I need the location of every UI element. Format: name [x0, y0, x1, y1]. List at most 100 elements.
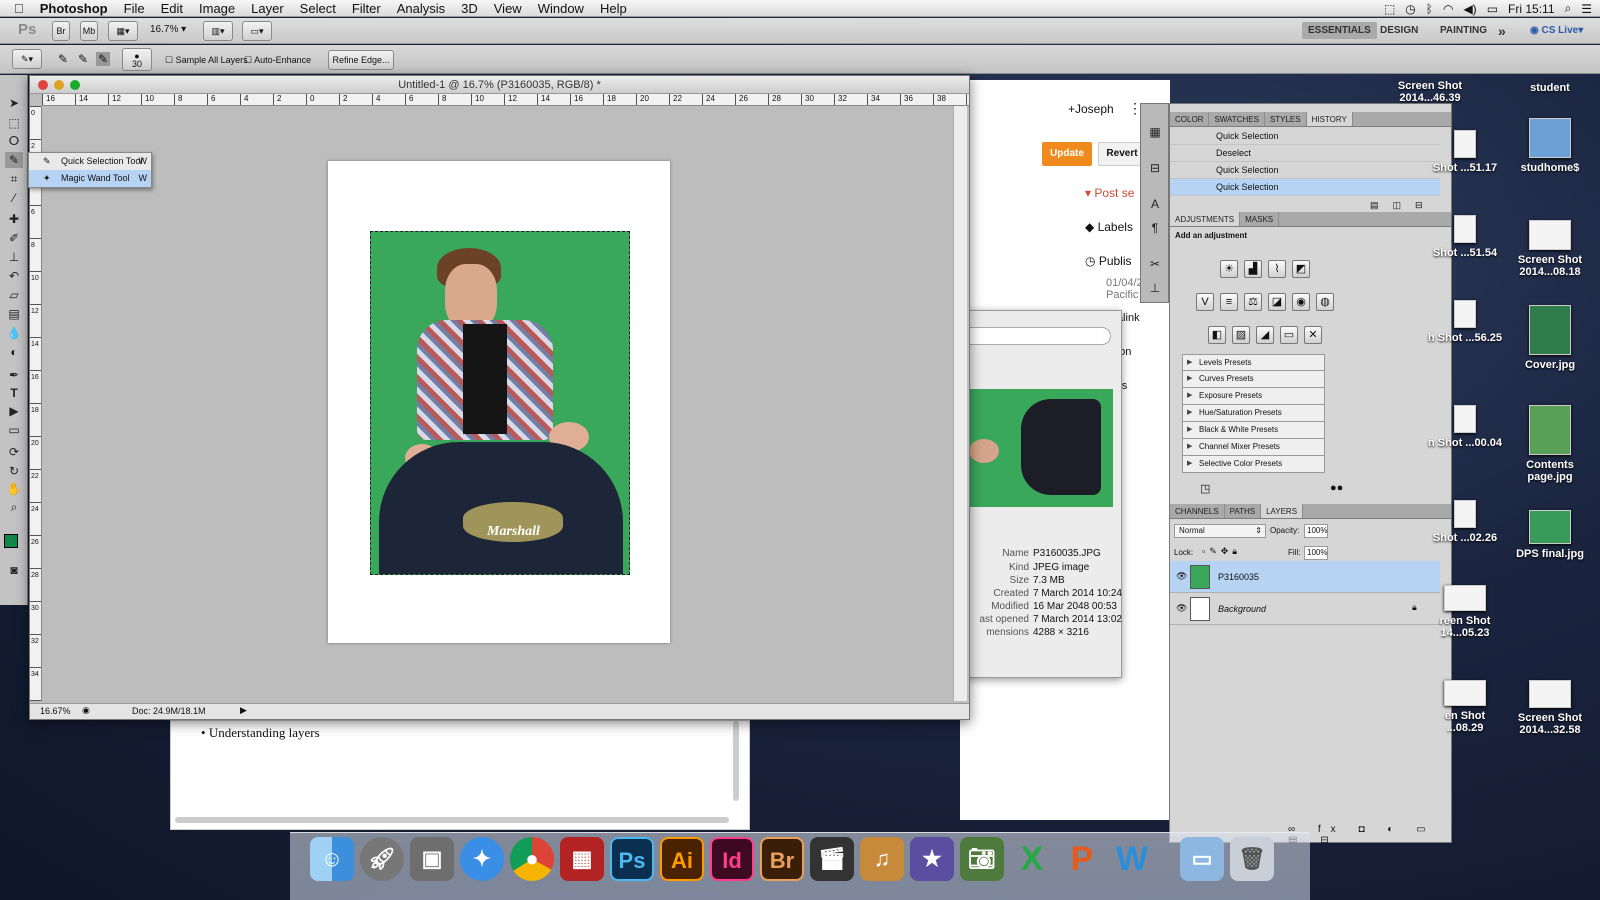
dock-word-icon[interactable]: W: [1110, 837, 1154, 881]
dock-finder-icon[interactable]: ☺: [310, 837, 354, 881]
desktop-icon[interactable]: h Shot ...56.25: [1425, 300, 1505, 344]
desktop-icon-student[interactable]: student: [1510, 82, 1590, 94]
history-item[interactable]: Quick Selection: [1170, 162, 1440, 179]
battery-icon[interactable]: ▭: [1487, 2, 1498, 16]
desktop-icon[interactable]: reen Shot 14...05.23: [1425, 585, 1505, 639]
dock-bridge-icon[interactable]: Br: [760, 837, 804, 881]
revert-button[interactable]: Revert: [1098, 142, 1146, 166]
flyout-quick-selection[interactable]: ✎ Quick Selection Tool W: [29, 153, 151, 170]
preset-exposure[interactable]: Exposure Presets: [1182, 388, 1325, 405]
lock-icons[interactable]: ▫✎✥🔒︎: [1202, 546, 1241, 557]
desktop-icon[interactable]: n Shot ...00.04: [1425, 405, 1505, 449]
threshold-icon[interactable]: ◢: [1256, 326, 1274, 344]
menu-analysis[interactable]: Analysis: [389, 1, 453, 16]
workspace-essentials[interactable]: ESSENTIALS: [1302, 22, 1377, 39]
menu-window[interactable]: Window: [530, 1, 592, 16]
layer-name[interactable]: P3160035: [1218, 572, 1259, 582]
history-item-current[interactable]: Quick Selection: [1170, 179, 1440, 196]
user-name[interactable]: +Joseph: [1068, 102, 1114, 116]
new-selection-icon[interactable]: ✎: [58, 52, 68, 66]
selective-color-icon[interactable]: ✕: [1304, 326, 1322, 344]
paragraph-icon[interactable]: ¶: [1146, 220, 1164, 236]
app-menu[interactable]: Photoshop: [32, 1, 116, 16]
menu-select[interactable]: Select: [292, 1, 344, 16]
dock-indesign-icon[interactable]: Id: [710, 837, 754, 881]
layers-footer-icons[interactable]: ∞ fx ◘ ◐ ▭ ▤ ⊟: [1288, 824, 1451, 846]
eyedropper-tool-icon[interactable]: ⁄: [5, 190, 23, 206]
layer-row-selected[interactable]: 👁︎ P3160035: [1170, 561, 1440, 593]
brush-picker[interactable]: ● 30: [122, 48, 152, 71]
screen-mode-button[interactable]: ▭▾: [242, 21, 272, 41]
marquee-tool-icon[interactable]: ⬚: [5, 115, 23, 131]
apple-menu-icon[interactable]: : [0, 1, 32, 16]
search-field[interactable]: [951, 327, 1111, 345]
eraser-tool-icon[interactable]: ▱: [5, 287, 23, 303]
navigator-icon[interactable]: ⊟: [1146, 160, 1164, 176]
document-canvas[interactable]: Marshall: [328, 161, 670, 643]
opacity-field[interactable]: 100%: [1304, 524, 1328, 538]
lasso-tool-icon[interactable]: ⵔ: [5, 133, 23, 149]
desktop-icon-cover[interactable]: Cover.jpg: [1510, 305, 1590, 371]
dock-documents-folder-icon[interactable]: ▭: [1180, 837, 1224, 881]
3d-rotate-tool-icon[interactable]: ⟳: [5, 444, 23, 460]
subtract-from-selection-icon[interactable]: ✎: [96, 52, 111, 66]
dropbox-icon[interactable]: ⬚: [1384, 2, 1395, 16]
gradient-map-icon[interactable]: ▭: [1280, 326, 1298, 344]
gradient-tool-icon[interactable]: ▤: [5, 306, 23, 322]
dock-finalcut-icon[interactable]: 🎬︎: [810, 837, 854, 881]
zoom-field[interactable]: 16.67%: [40, 706, 71, 716]
channel-mixer-icon[interactable]: ◍: [1316, 293, 1334, 311]
tab-paths[interactable]: PATHS: [1225, 504, 1262, 518]
desktop-icon-contents[interactable]: Contents page.jpg: [1510, 405, 1590, 483]
dock-imovie-icon[interactable]: ★: [910, 837, 954, 881]
3d-orbit-tool-icon[interactable]: ↻: [5, 463, 23, 479]
preset-hue-saturation[interactable]: Hue/Saturation Presets: [1182, 405, 1325, 422]
dock-photoshop-icon[interactable]: Ps: [610, 837, 654, 881]
update-button[interactable]: Update: [1042, 142, 1092, 166]
quick-selection-tool-icon[interactable]: ✎: [5, 152, 23, 168]
menu-help[interactable]: Help: [592, 1, 635, 16]
curves-icon[interactable]: ⌇: [1268, 260, 1286, 278]
dock-photobooth-icon[interactable]: ▦: [560, 837, 604, 881]
tab-color[interactable]: COLOR: [1170, 112, 1210, 126]
dock-trash-icon[interactable]: 🗑︎: [1230, 837, 1274, 881]
horizontal-ruler[interactable]: 16 14 12 10 8 6 4 2 0 2 4 6 8 10 12 14 16 18 20 22 24 26 28 30 3…: [42, 94, 969, 106]
exposure-icon[interactable]: ◩: [1292, 260, 1310, 278]
clip-to-layer-icon[interactable]: ◳: [1200, 482, 1210, 495]
preset-black-white[interactable]: Black & White Presets: [1182, 422, 1325, 439]
more-workspaces-icon[interactable]: »: [1492, 22, 1512, 39]
zoom-tool-icon[interactable]: ⌕: [5, 499, 23, 515]
type-tool-icon[interactable]: T: [5, 385, 23, 401]
auto-enhance-checkbox[interactable]: ☐ Auto-Enhance: [244, 55, 311, 66]
menu-layer[interactable]: Layer: [243, 1, 292, 16]
preset-selective-color[interactable]: Selective Color Presets: [1182, 456, 1325, 473]
color-balance-icon[interactable]: ⚖: [1244, 293, 1262, 311]
menu-view[interactable]: View: [486, 1, 530, 16]
vertical-ruler[interactable]: 0246810121416182022242628303234: [30, 106, 42, 701]
dock-preview-icon[interactable]: ▣: [410, 837, 454, 881]
history-footer-icons[interactable]: ▤◫⊟: [1370, 200, 1437, 211]
brush-tool-icon[interactable]: ✐: [5, 230, 23, 246]
green-screen-photo[interactable]: Marshall: [370, 231, 630, 575]
dock-iphoto-icon[interactable]: 📷︎: [960, 837, 1004, 881]
flyout-magic-wand[interactable]: ✦ Magic Wand Tool W: [29, 170, 151, 187]
layer-row[interactable]: 👁︎ Background 🔒︎: [1170, 593, 1440, 625]
fill-field[interactable]: 100%: [1304, 546, 1328, 560]
desktop-icon[interactable]: Screen Shot 2014...32.58: [1510, 680, 1590, 736]
brightness-contrast-icon[interactable]: ☀: [1220, 260, 1238, 278]
adjustment-options-icon[interactable]: ●●: [1330, 482, 1343, 494]
dock-excel-icon[interactable]: X: [1010, 837, 1054, 881]
path-selection-tool-icon[interactable]: ▶: [5, 403, 23, 419]
view-extras-button[interactable]: ▦▾: [108, 21, 138, 41]
spotlight-icon[interactable]: ⌕: [1565, 1, 1572, 16]
arrange-documents-button[interactable]: ▥▾: [203, 21, 233, 41]
notification-icon[interactable]: ☰: [1581, 2, 1592, 16]
blend-mode-select[interactable]: Normal ⇕: [1174, 524, 1266, 538]
mini-bridge-button[interactable]: Mb: [80, 21, 98, 41]
status-menu-arrow-icon[interactable]: ▶: [240, 705, 247, 716]
black-white-icon[interactable]: ◪: [1268, 293, 1286, 311]
menu-image[interactable]: Image: [191, 1, 243, 16]
invert-icon[interactable]: ◧: [1208, 326, 1226, 344]
history-brush-tool-icon[interactable]: ↶: [5, 268, 23, 284]
foreground-color-swatch[interactable]: [4, 534, 18, 548]
